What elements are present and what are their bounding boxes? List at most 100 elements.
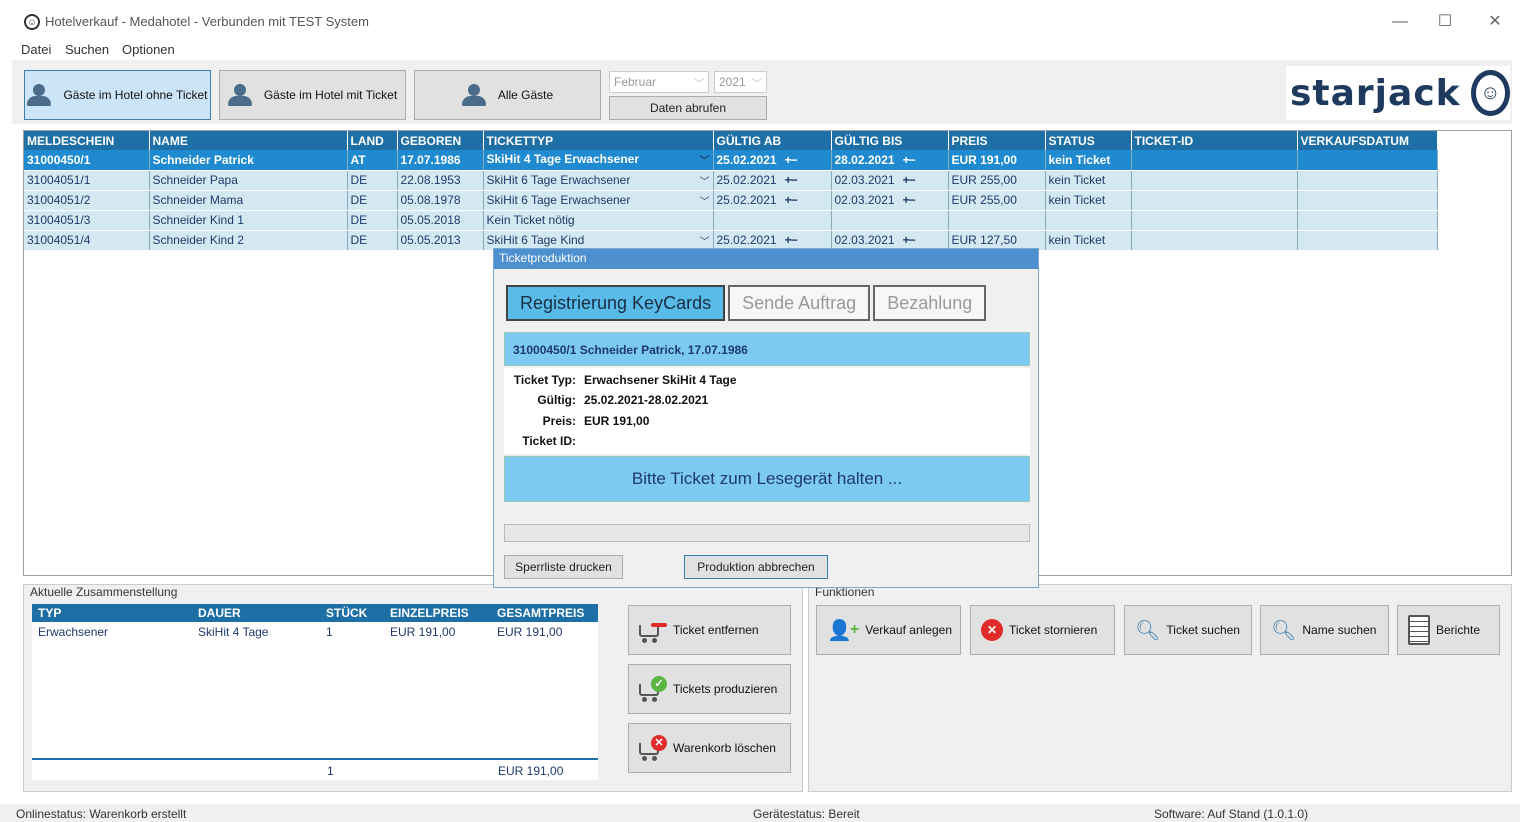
col-gueltig-ab[interactable]: GÜLTIG AB <box>713 131 832 150</box>
dialog-title: Ticketproduktion <box>494 249 1038 269</box>
step-indicator: Registrierung KeyCards Sende Auftrag Bez… <box>506 285 987 321</box>
cell-tickettyp[interactable]: SkiHit 4 Tage Erwachsener ﹀ <box>483 150 714 171</box>
button-label: Alle Gäste <box>497 88 554 102</box>
starjack-logo: starjack ☺ <box>1286 66 1510 120</box>
cell-gueltig-ab <box>713 210 832 231</box>
all-guests-button[interactable]: Alle Gäste <box>414 70 601 120</box>
minimize-icon[interactable]: — <box>1385 10 1415 34</box>
table-row[interactable]: 31004051/3 Schneider Kind 1 DE 05.05.201… <box>24 210 1438 231</box>
cell-meldeschein: 31004051/2 <box>24 190 150 211</box>
col-stueck: STÜCK <box>320 604 384 622</box>
cell-status: kein Ticket <box>1045 230 1132 251</box>
cell-gueltig-ab: 25.02.2021 +− <box>713 230 832 251</box>
cancel-ticket-button[interactable]: ✕ Ticket stornieren <box>970 605 1115 655</box>
menu-suchen[interactable]: Suchen <box>65 42 109 57</box>
app-icon: ☺ <box>24 14 40 30</box>
cell-preis: EUR 127,50 <box>948 230 1046 251</box>
cell-status <box>1045 210 1132 231</box>
fetch-data-button[interactable]: Daten abrufen <box>609 96 767 120</box>
find-ticket-button[interactable]: 🔍︎ Ticket suchen <box>1124 605 1252 655</box>
produce-tickets-button[interactable]: ✓ Tickets produzieren <box>628 664 791 714</box>
col-name[interactable]: NAME <box>149 131 348 150</box>
date-value: 02.03.2021 <box>834 193 895 207</box>
plus-minus-icon[interactable]: +− <box>903 233 916 247</box>
close-icon[interactable]: ✕ <box>1480 10 1510 34</box>
cell-gueltig-bis: 02.03.2021 +− <box>831 230 949 251</box>
cell-status: kein Ticket <box>1045 190 1132 211</box>
maximize-icon[interactable]: ☐ <box>1430 10 1460 34</box>
col-land[interactable]: LAND <box>347 131 398 150</box>
plus-minus-icon[interactable]: +− <box>903 153 916 167</box>
abort-production-button[interactable]: Produktion abbrechen <box>684 555 828 579</box>
col-preis[interactable]: PREIS <box>948 131 1046 150</box>
guest-check-icon <box>227 84 258 106</box>
menu-datei[interactable]: Datei <box>21 42 51 57</box>
col-typ: TYP <box>32 604 192 622</box>
date-value: 25.02.2021 <box>716 233 777 247</box>
cell-tickettyp[interactable]: SkiHit 6 Tage Kind ﹀ <box>483 230 714 251</box>
online-status: Onlinestatus: Warenkorb erstellt <box>16 807 187 821</box>
cell-geboren: 17.07.1986 <box>397 150 484 171</box>
chevron-down-icon: ﹀ <box>694 79 704 90</box>
cell-land: DE <box>347 210 398 231</box>
cell-dauer: SkiHit 4 Tage <box>198 625 269 639</box>
col-status[interactable]: STATUS <box>1045 131 1132 150</box>
cart-row[interactable]: Erwachsener SkiHit 4 Tage 1 EUR 191,00 E… <box>32 622 598 642</box>
chevron-down-icon[interactable]: ﹀ <box>700 152 710 167</box>
col-geboren[interactable]: GEBOREN <box>397 131 484 150</box>
guests-with-ticket-button[interactable]: Gäste im Hotel mit Ticket <box>219 70 406 120</box>
date-value: 25.02.2021 <box>716 152 777 167</box>
year-select[interactable]: 2021 ﹀ <box>714 71 767 93</box>
plus-minus-icon[interactable]: +− <box>903 193 916 207</box>
cell-name: Schneider Kind 2 <box>149 230 348 251</box>
plus-minus-icon[interactable]: +− <box>785 173 798 187</box>
guest-icon <box>27 84 57 106</box>
find-name-button[interactable]: 🔍︎ Name suchen <box>1260 605 1389 655</box>
cell-verkaufsdatum <box>1297 230 1438 251</box>
print-blocklist-button[interactable]: Sperrliste drucken <box>504 555 623 579</box>
cell-typ: Erwachsener <box>38 625 109 639</box>
create-sale-button[interactable]: 👤 + Verkauf anlegen <box>816 605 961 655</box>
button-label: Warenkorb löschen <box>673 741 776 755</box>
clear-cart-button[interactable]: ✕ Warenkorb löschen <box>628 723 791 773</box>
remove-ticket-button[interactable]: Ticket entfernen <box>628 605 791 655</box>
window-title: Hotelverkauf - Medahotel - Verbunden mit… <box>45 14 369 29</box>
device-status: Gerätestatus: Bereit <box>753 807 860 821</box>
table-row[interactable]: 31004051/1 Schneider Papa DE 22.08.1953 … <box>24 170 1438 191</box>
month-select[interactable]: Februar ﹀ <box>609 71 709 93</box>
tickettyp-value: SkiHit 6 Tage Kind <box>486 232 585 247</box>
col-tickettyp[interactable]: TICKETTYP <box>483 131 714 150</box>
table-row[interactable]: 31000450/1 Schneider Patrick AT 17.07.19… <box>24 150 1438 171</box>
chevron-down-icon[interactable]: ﹀ <box>700 193 710 208</box>
cell-einzelpreis: EUR 191,00 <box>390 625 456 639</box>
guests-without-ticket-button[interactable]: Gäste im Hotel ohne Ticket <box>24 70 211 120</box>
table-row[interactable]: 31004051/2 Schneider Mama DE 05.08.1978 … <box>24 190 1438 211</box>
plus-minus-icon[interactable]: +− <box>785 233 798 247</box>
cart-table: TYP DAUER STÜCK EINZELPREIS GESAMTPREIS … <box>32 604 598 780</box>
reports-button[interactable]: Berichte <box>1397 605 1500 655</box>
cell-tickettyp[interactable]: SkiHit 6 Tage Erwachsener ﹀ <box>483 170 714 191</box>
plus-minus-icon[interactable]: +− <box>785 153 798 167</box>
magnifier-icon: 🔍︎ <box>1135 619 1161 642</box>
col-verkaufsdatum[interactable]: VERKAUFSDATUM <box>1297 131 1438 150</box>
cell-meldeschein: 31004051/3 <box>24 210 150 231</box>
plus-minus-icon[interactable]: +− <box>903 173 916 187</box>
chevron-down-icon[interactable]: ﹀ <box>700 233 710 248</box>
cell-tickettyp: Kein Ticket nötig <box>483 210 714 231</box>
col-gueltig-bis[interactable]: GÜLTIG BIS <box>831 131 949 150</box>
ticket-info: Ticket Typ: Erwachsener SkiHit 4 Tage Gü… <box>504 368 1030 454</box>
table-row[interactable]: 31004051/4 Schneider Kind 2 DE 05.05.201… <box>24 230 1438 251</box>
plus-minus-icon[interactable]: +− <box>785 193 798 207</box>
date-value: 02.03.2021 <box>834 233 895 247</box>
menu-optionen[interactable]: Optionen <box>122 42 175 57</box>
guest-table-grid: MELDESCHEIN NAME LAND GEBOREN TICKETTYP … <box>24 131 1438 251</box>
cell-name: Schneider Papa <box>149 170 348 191</box>
col-meldeschein[interactable]: MELDESCHEIN <box>24 131 150 150</box>
chevron-down-icon[interactable]: ﹀ <box>700 173 710 188</box>
col-dauer: DAUER <box>192 604 320 622</box>
col-ticket-id[interactable]: TICKET-ID <box>1131 131 1298 150</box>
cell-tickettyp[interactable]: SkiHit 6 Tage Erwachsener ﹀ <box>483 190 714 211</box>
cart-delete-icon: ✕ <box>639 735 667 761</box>
cell-ticket-id <box>1131 190 1298 211</box>
cell-land: AT <box>347 150 398 171</box>
